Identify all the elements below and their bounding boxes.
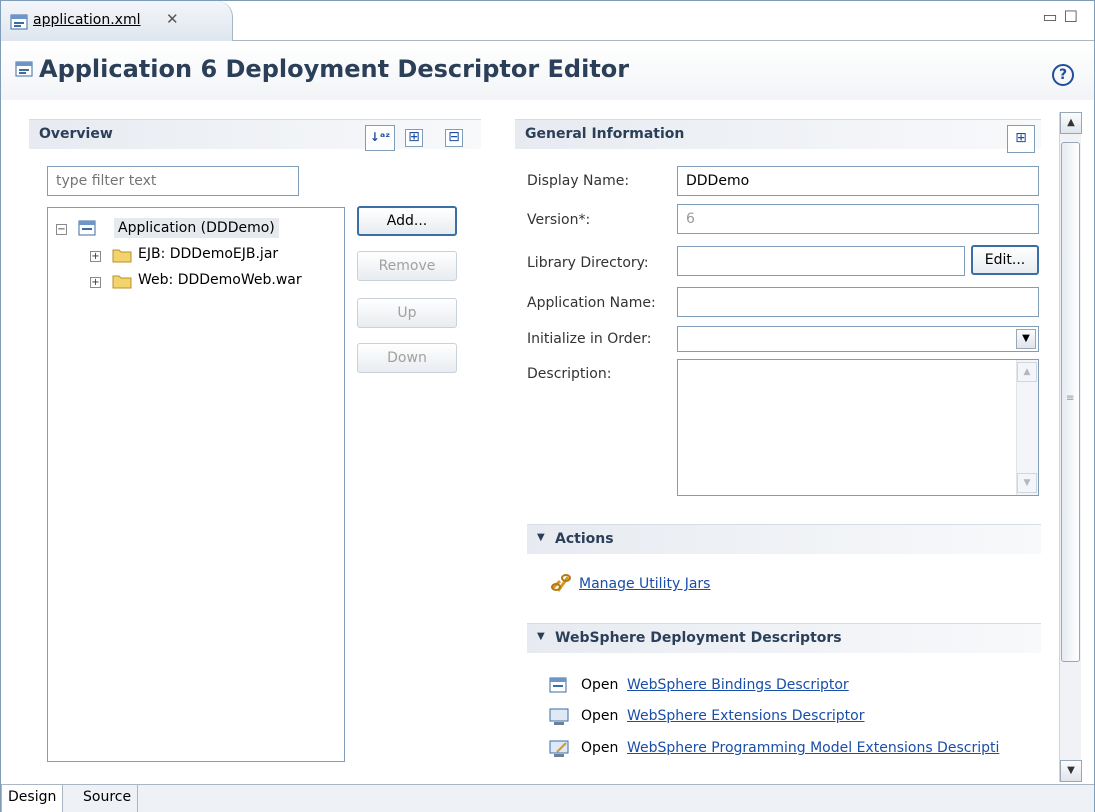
open-prefix: Open [581,708,619,724]
add-element-icon[interactable]: ⊞ [1007,125,1035,153]
filter-input[interactable] [47,166,299,196]
library-directory-input[interactable] [677,246,965,276]
websphere-section-header[interactable]: ▼ WebSphere Deployment Descriptors [527,623,1041,653]
tab-design[interactable]: Design [1,785,64,812]
maximize-icon[interactable]: ☐ [1064,7,1084,26]
folder-icon [112,273,132,293]
edit-button[interactable]: Edit... [971,245,1039,275]
extensions-descriptor-icon [549,708,569,729]
grip-icon: ≡ [1066,393,1075,404]
tab-label: application.xml [33,12,141,28]
tree-item-label: EJB: DDDemoEJB.jar [138,246,279,262]
tab-application-xml[interactable]: application.xml ✕ [1,1,233,41]
initialize-in-order-label: Initialize in Order: [527,331,652,347]
version-label: Version*: [527,212,591,228]
websphere-title: WebSphere Deployment Descriptors [555,630,842,646]
bindings-descriptor-link[interactable]: WebSphere Bindings Descriptor [627,677,849,693]
section-collapse-icon[interactable]: ▼ [537,532,545,543]
websphere-extensions-row: Open WebSphere Extensions Descriptor [549,707,1059,729]
description-scrollbar[interactable]: ▲ ▼ [1016,360,1038,495]
sort-az-icon[interactable]: ↓ᵃᶻ [365,125,395,151]
application-name-label: Application Name: [527,295,656,311]
help-icon[interactable]: ? [1052,64,1074,86]
overview-title: Overview [39,126,113,142]
application-xml-icon [10,14,28,34]
remove-button[interactable]: Remove [357,251,457,281]
library-directory-label: Library Directory: [527,255,649,271]
add-button[interactable]: Add... [357,206,457,236]
bindings-descriptor-icon [549,677,567,697]
programming-model-link[interactable]: WebSphere Programming Model Extensions D… [627,740,999,756]
expand-icon[interactable]: + [90,277,101,288]
editor-header: Application 6 Deployment Descriptor Edit… [1,42,1094,100]
websphere-pme-row: Open WebSphere Programming Model Extensi… [549,739,1059,761]
scrollbar-thumb[interactable]: ≡ [1061,142,1080,662]
programming-model-icon [549,740,569,761]
minimize-icon[interactable]: ▭ [1043,7,1064,26]
deployment-descriptor-icon [15,61,33,81]
expand-all-icon[interactable]: ⊞ [405,129,423,147]
chevron-down-icon[interactable]: ▼ [1016,329,1036,349]
collapse-all-icon[interactable]: ⊟ [445,129,463,147]
editor-window: application.xml ✕ ▭☐ Application 6 Deplo… [0,0,1095,812]
tree-item-label: Web: DDDemoWeb.war [138,272,302,288]
version-input [677,204,1039,234]
editor-tab-bar: application.xml ✕ ▭☐ [1,1,1094,41]
tree-item-label: Application (DDDemo) [114,218,279,238]
websphere-bindings-row: Open WebSphere Bindings Descriptor [549,676,1059,698]
jar-link-icon [549,571,573,597]
description-textarea[interactable]: ▲ ▼ [677,359,1039,496]
collapse-icon[interactable]: − [56,224,67,235]
application-tree: − Application (DDDemo) + EJB: DDDemoEJB.… [47,207,345,762]
up-button[interactable]: Up [357,298,457,328]
actions-section-header[interactable]: ▼ Actions [527,524,1041,554]
window-controls: ▭☐ [1043,7,1084,26]
initialize-in-order-select[interactable]: ▼ [677,326,1039,352]
general-information-header: General Information [515,119,1041,149]
editor-scrollbar[interactable]: ▲ ≡ ▼ [1059,112,1082,782]
down-button[interactable]: Down [357,343,457,373]
expand-icon[interactable]: + [90,251,101,262]
folder-icon [112,247,132,267]
application-icon [78,220,96,240]
scroll-down-icon[interactable]: ▼ [1017,473,1037,493]
scroll-up-icon[interactable]: ▲ [1017,362,1037,382]
page-title: Application 6 Deployment Descriptor Edit… [39,55,630,83]
close-icon[interactable]: ✕ [166,10,179,28]
open-prefix: Open [581,677,619,693]
page-tabs: Design Source [1,784,1094,812]
tab-source[interactable]: Source [77,785,139,812]
manage-utility-jars-link[interactable]: Manage Utility Jars [579,576,710,592]
scroll-down-icon[interactable]: ▼ [1060,760,1082,782]
general-information-title: General Information [525,126,685,142]
scroll-up-icon[interactable]: ▲ [1060,112,1082,134]
actions-title: Actions [555,531,614,547]
display-name-label: Display Name: [527,173,630,189]
display-name-input[interactable] [677,166,1039,196]
section-collapse-icon[interactable]: ▼ [537,631,545,642]
extensions-descriptor-link[interactable]: WebSphere Extensions Descriptor [627,708,865,724]
open-prefix: Open [581,740,619,756]
application-name-input[interactable] [677,287,1039,317]
description-label: Description: [527,366,612,382]
